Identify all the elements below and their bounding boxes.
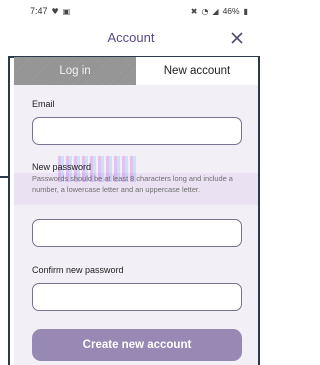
frame-left-line [8, 56, 10, 365]
status-time: 7:47 [30, 6, 48, 16]
tab-log-in[interactable]: Log in [14, 57, 136, 85]
confirm-password-label: Confirm new password [32, 265, 124, 275]
confirm-password-field[interactable] [32, 283, 242, 311]
new-account-form: Email New password Passwords should be a… [14, 85, 258, 365]
frame-left-tick [0, 176, 10, 178]
signal-icon: ◢ [212, 6, 219, 16]
password-hint: Passwords should be at least 8 character… [32, 174, 233, 194]
account-tabs: Log in New account [14, 57, 258, 85]
frame-right-line [258, 56, 260, 365]
new-password-label: New password [32, 162, 92, 172]
status-right: ✖ ◔ ◢ 46% ▮ [191, 6, 248, 16]
status-bar: 7:47 ♥ ▣ ✖ ◔ ◢ 46% ▮ [0, 0, 262, 22]
email-label: Email [32, 99, 55, 109]
battery-level: 46% [222, 6, 240, 16]
wifi-icon: ◔ [201, 6, 209, 16]
notification-icon: ♥ [51, 6, 59, 16]
silent-icon: ✖ [190, 6, 198, 16]
tab-new-account[interactable]: New account [136, 57, 258, 85]
close-button[interactable] [226, 27, 248, 49]
gallery-icon: ▣ [62, 6, 71, 16]
battery-icon: ▮ [243, 6, 248, 16]
new-password-field[interactable] [32, 219, 242, 247]
create-account-button[interactable]: Create new account [32, 329, 242, 361]
email-field[interactable] [32, 117, 242, 145]
status-left: 7:47 ♥ ▣ [30, 6, 70, 16]
close-icon [231, 32, 243, 44]
title-bar: Account [0, 22, 262, 54]
page-title: Account [107, 30, 155, 45]
